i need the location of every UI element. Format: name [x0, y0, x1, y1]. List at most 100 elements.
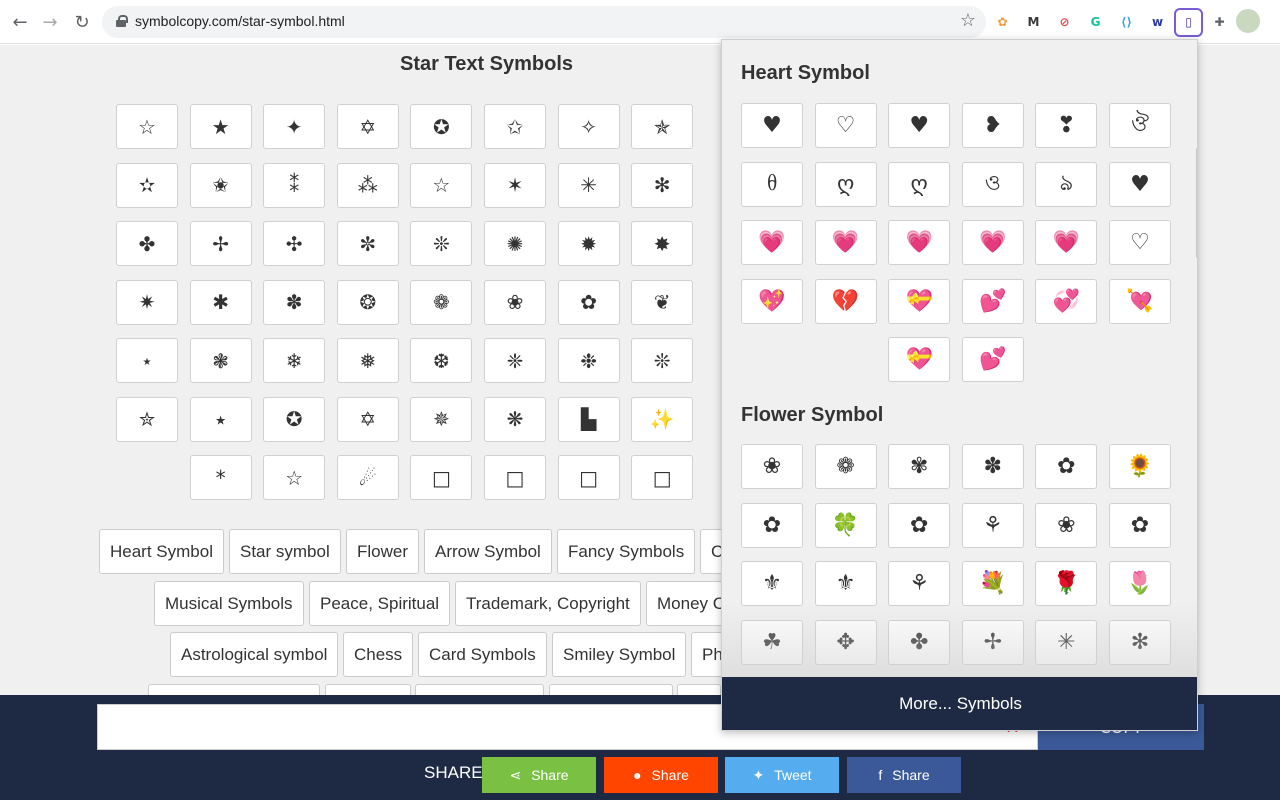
flower-symbol-cell[interactable]: ✾	[888, 444, 950, 489]
symbol-cell[interactable]: □	[410, 455, 472, 500]
heart-symbol-cell[interactable]: ঌ	[1035, 162, 1097, 207]
symbol-cell[interactable]: □	[558, 455, 620, 500]
address-bar[interactable]: symbolcopy.com/star-symbol.html ☆	[102, 6, 986, 38]
symbol-cell[interactable]: ✪	[263, 397, 325, 442]
forward-icon[interactable]: →	[38, 10, 62, 34]
flower-symbol-cell[interactable]: ✿	[741, 503, 803, 548]
category-button[interactable]: Fancy Symbols	[557, 529, 695, 574]
symbol-cell[interactable]: ☆	[263, 455, 325, 500]
heart-symbol-cell[interactable]: ❥	[962, 103, 1024, 148]
ext-2-icon[interactable]: M	[1021, 10, 1046, 35]
symbol-cell[interactable]: ❉	[558, 338, 620, 383]
ext-1-icon[interactable]: ✿	[990, 10, 1015, 35]
heart-symbol-cell[interactable]: 💝	[888, 279, 950, 324]
symbol-cell[interactable]: ✸	[631, 221, 693, 266]
symbol-cell[interactable]: ✵	[410, 397, 472, 442]
symbol-cell[interactable]: ✿	[558, 280, 620, 325]
symbol-cell[interactable]: ☆	[410, 163, 472, 208]
heart-symbol-cell[interactable]: ♥	[1109, 162, 1171, 207]
symbol-cell[interactable]: ✹	[558, 221, 620, 266]
symbol-cell[interactable]: ✡	[337, 397, 399, 442]
heart-symbol-cell[interactable]: 💘	[1109, 279, 1171, 324]
symbol-cell[interactable]: ❈	[484, 338, 546, 383]
ext-4-icon[interactable]: G	[1083, 10, 1108, 35]
ext-7-icon[interactable]: ▯	[1176, 10, 1201, 35]
heart-symbol-cell[interactable]: ❣	[1035, 103, 1097, 148]
category-button[interactable]: Arrow Symbol	[424, 529, 552, 574]
flower-symbol-cell[interactable]: 🌷	[1109, 561, 1171, 606]
symbol-cell[interactable]: ✪	[410, 104, 472, 149]
flower-symbol-cell[interactable]: ❁	[815, 444, 877, 489]
heart-symbol-cell[interactable]: 💗	[815, 220, 877, 265]
flower-symbol-cell[interactable]: ☘	[741, 620, 803, 665]
symbol-cell[interactable]: ✦	[263, 104, 325, 149]
symbol-cell[interactable]: ✳	[558, 163, 620, 208]
heart-symbol-cell[interactable]: ღ	[888, 162, 950, 207]
symbol-cell[interactable]: ✻	[631, 163, 693, 208]
symbol-cell[interactable]: ⭑	[190, 397, 252, 442]
tweet-button[interactable]: ✦Tweet	[725, 757, 839, 793]
facebook-share-button[interactable]: fShare	[847, 757, 961, 793]
category-button[interactable]	[549, 684, 673, 695]
category-button[interactable]: Smiley Symbol	[552, 632, 686, 677]
symbol-cell[interactable]: ⁂	[337, 163, 399, 208]
category-button[interactable]: Chess	[343, 632, 413, 677]
symbol-cell[interactable]: ❃	[190, 338, 252, 383]
category-button[interactable]	[325, 684, 411, 695]
symbol-cell[interactable]: ✯	[631, 104, 693, 149]
flower-symbol-cell[interactable]: ✥	[815, 620, 877, 665]
category-button[interactable]: Flower	[346, 529, 419, 574]
back-icon[interactable]: ←	[8, 10, 32, 34]
symbol-cell[interactable]: □	[631, 455, 693, 500]
flower-symbol-cell[interactable]: ✿	[1109, 503, 1171, 548]
heart-symbol-cell[interactable]: 💝	[888, 337, 950, 382]
symbol-cell[interactable]: ✺	[484, 221, 546, 266]
symbol-cell[interactable]: ★	[190, 104, 252, 149]
symbol-cell[interactable]: ✧	[558, 104, 620, 149]
heart-symbol-cell[interactable]: ♥	[741, 103, 803, 148]
symbol-cell[interactable]: ✤	[116, 221, 178, 266]
heart-symbol-cell[interactable]: ♥	[888, 103, 950, 148]
profile-avatar[interactable]	[1236, 9, 1260, 33]
ext-5-icon[interactable]: ⟨⟩	[1114, 10, 1139, 35]
category-button[interactable]: Trademark, Copyright	[455, 581, 641, 626]
bookmark-star-icon[interactable]: ☆	[960, 10, 976, 31]
symbol-cell[interactable]: ✫	[116, 163, 178, 208]
flower-symbol-cell[interactable]: ✿	[1035, 444, 1097, 489]
symbol-cell[interactable]: ❂	[337, 280, 399, 325]
category-button[interactable]: Musical Symbols	[154, 581, 304, 626]
symbol-cell[interactable]: *	[190, 455, 252, 500]
symbol-cell[interactable]: ☄	[337, 455, 399, 500]
reddit-share-button[interactable]: ●Share	[604, 757, 718, 793]
heart-symbol-cell[interactable]: 💞	[1035, 279, 1097, 324]
symbol-cell[interactable]: □	[484, 455, 546, 500]
flower-symbol-cell[interactable]: ⚜	[815, 561, 877, 606]
heart-symbol-cell[interactable]: ♡	[815, 103, 877, 148]
category-button[interactable]	[677, 684, 721, 695]
flower-symbol-cell[interactable]: ⚘	[888, 561, 950, 606]
symbol-cell[interactable]: ☆	[116, 104, 178, 149]
symbol-cell[interactable]: ✣	[263, 221, 325, 266]
heart-symbol-cell[interactable]: 💗	[962, 220, 1024, 265]
symbol-cell[interactable]: ❅	[337, 338, 399, 383]
category-button[interactable]	[415, 684, 544, 695]
flower-symbol-cell[interactable]: 💐	[962, 561, 1024, 606]
flower-symbol-cell[interactable]: ✤	[888, 620, 950, 665]
flower-symbol-cell[interactable]: ⚘	[962, 503, 1024, 548]
category-button[interactable]: Peace, Spiritual	[309, 581, 450, 626]
heart-symbol-cell[interactable]: 💕	[962, 279, 1024, 324]
more-symbols-button[interactable]: More... Symbols	[722, 677, 1198, 731]
heart-symbol-cell[interactable]: ও	[962, 162, 1024, 207]
url-text[interactable]: symbolcopy.com/star-symbol.html	[135, 13, 345, 29]
heart-symbol-cell[interactable]: 💔	[815, 279, 877, 324]
symbol-cell[interactable]: ✩	[484, 104, 546, 149]
heart-symbol-cell[interactable]: 💗	[888, 220, 950, 265]
heart-symbol-cell[interactable]: 💗	[741, 220, 803, 265]
flower-symbol-cell[interactable]: 🍀	[815, 503, 877, 548]
symbol-cell[interactable]: ✬	[190, 163, 252, 208]
symbol-cell[interactable]: ✶	[484, 163, 546, 208]
category-button[interactable]: Astrological symbol	[170, 632, 338, 677]
flower-symbol-cell[interactable]: ✻	[1109, 620, 1171, 665]
flower-symbol-cell[interactable]: ⚜	[741, 561, 803, 606]
heart-symbol-cell[interactable]: ঔ	[1109, 103, 1171, 148]
